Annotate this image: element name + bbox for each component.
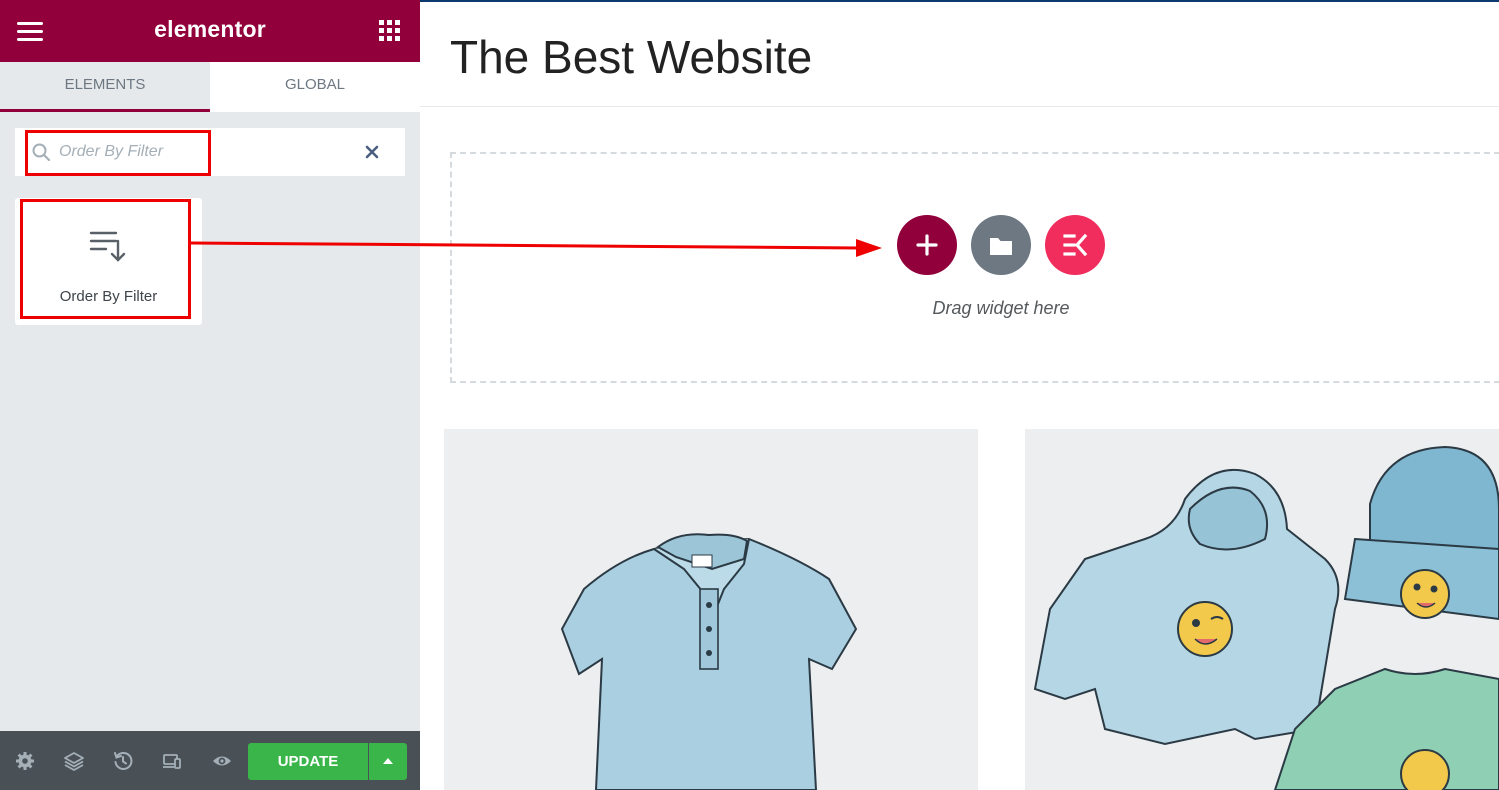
update-button[interactable]: UPDATE xyxy=(248,743,368,780)
panel-tabs: ELEMENTS GLOBAL xyxy=(0,62,420,112)
elementskit-icon xyxy=(1063,233,1088,257)
brand-logo: elementor xyxy=(154,16,266,42)
elementor-panel: elementor ELEMENTS GLOBAL Order By Filte… xyxy=(0,0,420,790)
close-icon[interactable] xyxy=(364,144,380,160)
template-library-button[interactable] xyxy=(971,215,1031,275)
responsive-mode-icon[interactable] xyxy=(162,751,182,771)
preview-eye-icon[interactable] xyxy=(212,751,232,771)
tab-global[interactable]: GLOBAL xyxy=(210,62,420,112)
plus-icon xyxy=(916,234,938,256)
settings-icon[interactable] xyxy=(15,751,35,771)
page-title: The Best Website xyxy=(450,31,813,83)
elementor-editor: elementor ELEMENTS GLOBAL Order By Filte… xyxy=(0,0,1499,790)
save-options-caret-icon[interactable] xyxy=(369,743,407,780)
hoodie-illustration xyxy=(1033,445,1499,790)
drag-widget-label: Drag widget here xyxy=(932,298,1070,318)
divider xyxy=(420,106,1499,107)
panel-header: elementor xyxy=(0,0,420,62)
widgets-grid-icon[interactable] xyxy=(379,20,401,42)
product-image-polo[interactable] xyxy=(444,429,978,790)
product-image-hoodie[interactable] xyxy=(1025,429,1499,790)
layers-icon[interactable] xyxy=(64,751,84,771)
add-section-button[interactable] xyxy=(897,215,957,275)
search-highlight-box xyxy=(25,130,211,176)
page-canvas: The Best Website Drag widget here xyxy=(420,0,1499,790)
top-border xyxy=(420,0,1499,2)
history-icon[interactable] xyxy=(113,751,133,771)
polo-shirt-illustration xyxy=(560,533,858,790)
elementskit-button[interactable] xyxy=(1045,215,1105,275)
widget-highlight-box xyxy=(20,199,191,319)
folder-icon xyxy=(990,238,1012,255)
tab-elements[interactable]: ELEMENTS xyxy=(0,62,210,112)
